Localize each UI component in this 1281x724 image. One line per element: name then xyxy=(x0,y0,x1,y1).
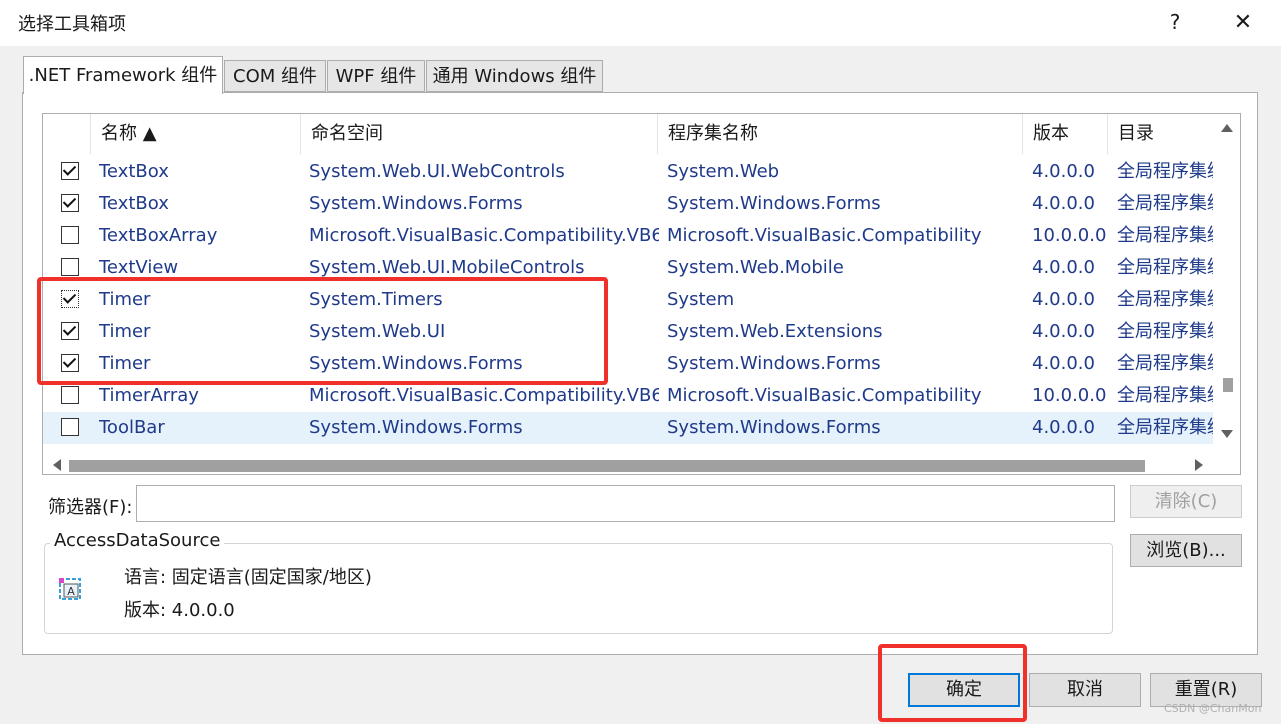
vertical-scrollbar[interactable] xyxy=(1215,114,1240,454)
cell-version: 4.0.0.0 xyxy=(1032,257,1095,278)
row-checkbox[interactable] xyxy=(61,226,79,244)
tab-wpf[interactable]: WPF 组件 xyxy=(327,60,425,92)
tab-com[interactable]: COM 组件 xyxy=(224,60,326,92)
component-icon: A xyxy=(58,576,84,602)
table-row[interactable]: TimerArray Microsoft.VisualBasic.Compatib… xyxy=(43,380,1213,412)
cell-assembly: Microsoft.VisualBasic.Compatibility xyxy=(667,385,982,406)
row-checkbox[interactable] xyxy=(61,162,79,180)
cell-assembly: System xyxy=(667,289,735,310)
cell-assembly: System.Web xyxy=(667,161,780,182)
cell-dir: 全局程序集缓存 xyxy=(1117,289,1213,310)
cell-assembly: Microsoft.VisualBasic.Compatibility xyxy=(667,225,982,246)
scroll-down-icon[interactable] xyxy=(1221,430,1233,438)
cell-version: 4.0.0.0 xyxy=(1032,289,1095,310)
table-row[interactable]: TimerSystem.TimersSystem4.0.0.0全局程序集缓存 xyxy=(43,284,1213,316)
cancel-button[interactable]: 取消 xyxy=(1029,673,1141,707)
cell-assembly: System.Windows.Forms xyxy=(667,193,881,214)
scroll-up-icon[interactable] xyxy=(1221,124,1233,132)
table-row[interactable]: Timer System.Web.UI System.Web.Extensions 4… xyxy=(43,316,1213,348)
cell-version: 4.0.0.0 xyxy=(1032,193,1095,214)
cell-namespace: Microsoft.VisualBasic.Compatibility.VB6 xyxy=(309,225,659,246)
header-name[interactable]: 名称 ▲ xyxy=(91,114,301,154)
cell-namespace: Microsoft.VisualBasic.Compatibility.VB6 xyxy=(309,385,659,406)
clear-button[interactable]: 清除(C) xyxy=(1130,485,1242,518)
header-directory[interactable]: 目录 xyxy=(1108,114,1213,154)
table-header: 名称 ▲ 命名空间 程序集名称 版本 目录 xyxy=(43,114,1213,154)
cell-version: 10.0.0.0 xyxy=(1032,385,1107,406)
cell-namespace: System.Web.UI.MobileControls xyxy=(309,257,585,278)
table-row[interactable]: Timer System.Windows.Forms System.Windows.… xyxy=(43,348,1213,380)
scroll-right-icon[interactable] xyxy=(1195,459,1203,471)
cell-assembly: System.Windows.Forms xyxy=(667,417,881,438)
cell-version: 4.0.0.0 xyxy=(1032,321,1095,342)
filter-input[interactable] xyxy=(136,485,1115,522)
cell-dir: 全局程序集缓存 xyxy=(1117,321,1213,342)
row-checkbox[interactable] xyxy=(61,322,79,340)
cell-namespace: System.Windows.Forms xyxy=(309,353,523,374)
scroll-left-icon[interactable] xyxy=(53,459,61,471)
cell-dir: 全局程序集缓存 xyxy=(1117,225,1213,246)
row-checkbox[interactable] xyxy=(61,258,79,276)
close-button[interactable]: ✕ xyxy=(1228,8,1258,38)
cell-namespace: System.Timers xyxy=(309,289,443,310)
cell-version: 10.0.0.0 xyxy=(1032,225,1107,246)
header-check xyxy=(43,114,91,154)
cell-namespace: System.Web.UI xyxy=(309,321,446,342)
filter-label: 筛选器(F): xyxy=(48,497,133,518)
cell-dir: 全局程序集缓存 xyxy=(1117,417,1213,438)
row-checkbox[interactable] xyxy=(61,354,79,372)
help-button[interactable]: ? xyxy=(1162,8,1188,36)
cell-assembly: System.Web.Extensions xyxy=(667,321,883,342)
row-checkbox[interactable] xyxy=(61,418,79,436)
title-bar xyxy=(0,0,1281,46)
cell-dir: 全局程序集缓存 xyxy=(1117,193,1213,214)
row-checkbox[interactable] xyxy=(61,386,79,404)
components-list[interactable]: 名称 ▲ 命名空间 程序集名称 版本 目录 TextBox System.Web.… xyxy=(42,113,1241,475)
table-row[interactable]: TextBoxArray Microsoft.VisualBasic.Compat… xyxy=(43,220,1213,252)
cell-dir: 全局程序集缓存 xyxy=(1117,161,1213,182)
ok-button[interactable]: 确定 xyxy=(908,673,1020,707)
header-namespace[interactable]: 命名空间 xyxy=(301,114,658,154)
cell-version: 4.0.0.0 xyxy=(1032,417,1095,438)
window-title: 选择工具箱项 xyxy=(18,14,126,35)
watermark: CSDN @ChanMon xyxy=(1164,702,1262,715)
cell-dir: 全局程序集缓存 xyxy=(1117,257,1213,278)
vertical-scroll-thumb[interactable] xyxy=(1223,378,1233,392)
cell-version: 4.0.0.0 xyxy=(1032,161,1095,182)
cell-dir: 全局程序集缓存 xyxy=(1117,353,1213,374)
horizontal-scroll-thumb[interactable] xyxy=(69,460,1145,472)
details-version: 版本: 4.0.0.0 xyxy=(124,600,235,621)
cell-dir: 全局程序集缓存 xyxy=(1117,385,1213,406)
svg-text:A: A xyxy=(67,585,75,598)
cell-namespace: System.Windows.Forms xyxy=(309,193,523,214)
cell-version: 4.0.0.0 xyxy=(1032,353,1095,374)
cell-assembly: System.Web.Mobile xyxy=(667,257,844,278)
cell-assembly: System.Windows.Forms xyxy=(667,353,881,374)
tab-universal-windows[interactable]: 通用 Windows 组件 xyxy=(426,60,603,92)
row-checkbox[interactable] xyxy=(61,290,79,308)
table-row[interactable]: ToolBar System.Windows.Forms System.Window… xyxy=(43,412,1213,444)
cell-namespace: System.Web.UI.WebControls xyxy=(309,161,565,182)
header-version[interactable]: 版本 xyxy=(1023,114,1108,154)
horizontal-scrollbar[interactable] xyxy=(43,452,1215,474)
details-language: 语言: 固定语言(固定国家/地区) xyxy=(124,567,372,588)
table-row[interactable]: TextBox System.Web.UI.WebControls System.W… xyxy=(43,156,1213,188)
table-row[interactable]: TextBox System.Windows.Forms System.Window… xyxy=(43,188,1213,220)
table-row[interactable]: TextView System.Web.UI.MobileControls Syst… xyxy=(43,252,1213,284)
header-assembly[interactable]: 程序集名称 xyxy=(658,114,1023,154)
cell-namespace: System.Windows.Forms xyxy=(309,417,523,438)
browse-button[interactable]: 浏览(B)... xyxy=(1130,534,1242,567)
row-checkbox[interactable] xyxy=(61,194,79,212)
details-title: AccessDataSource xyxy=(50,530,225,551)
tab-net-framework[interactable]: .NET Framework 组件 xyxy=(23,56,223,94)
